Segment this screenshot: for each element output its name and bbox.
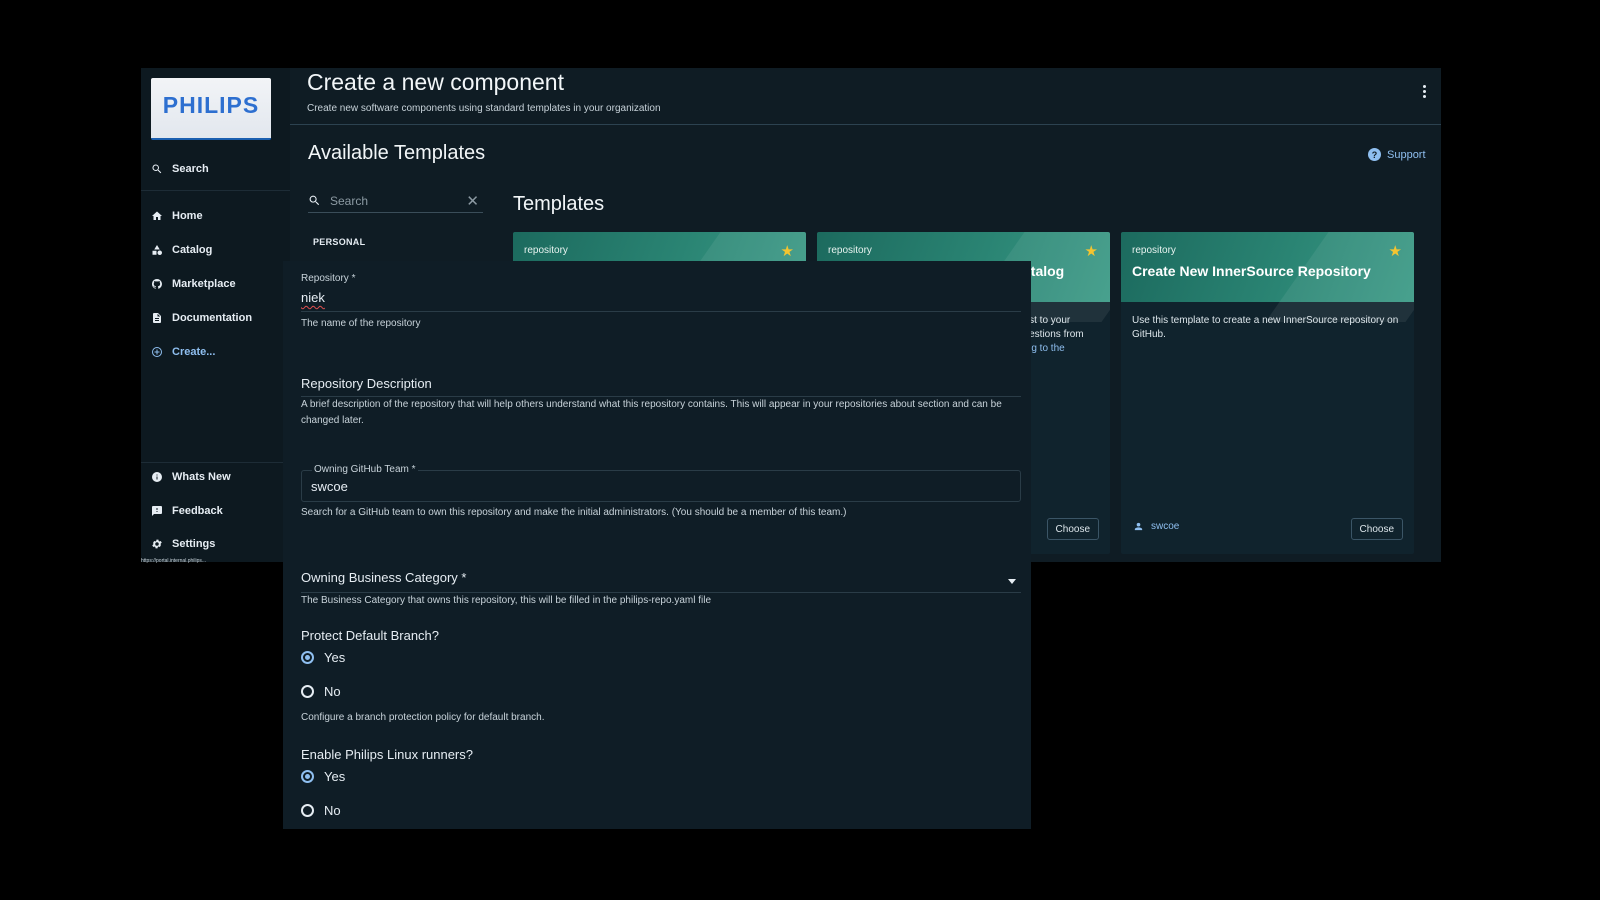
divider	[141, 462, 290, 463]
search-icon	[152, 164, 162, 174]
sidebar-item-label: Documentation	[172, 312, 253, 324]
document-icon	[153, 313, 161, 323]
category-select[interactable]: Owning Business Category *	[301, 570, 466, 585]
star-icon[interactable]: ★	[1085, 242, 1098, 260]
sidebar-item-label: Marketplace	[172, 278, 236, 290]
gear-icon	[152, 539, 162, 549]
choose-button[interactable]: Choose	[1046, 518, 1099, 540]
team-label: Owning GitHub Team *	[312, 464, 418, 475]
clear-icon[interactable]: ✕	[466, 192, 479, 210]
protect-yes-radio[interactable]: Yes	[301, 650, 345, 665]
protect-no-radio[interactable]: No	[301, 684, 341, 699]
sidebar-search-label: Search	[172, 163, 209, 175]
template-search-input[interactable]: Search ✕	[308, 190, 483, 213]
repository-help: The name of the repository	[301, 318, 421, 329]
sidebar-item-label: Feedback	[172, 505, 223, 517]
sidebar-item-label: Home	[172, 210, 203, 222]
star-icon[interactable]: ★	[781, 242, 794, 260]
card-owner[interactable]: swcoe	[1133, 521, 1179, 532]
radio-selected-icon	[301, 770, 314, 783]
sidebar-item-settings[interactable]: Settings	[151, 535, 215, 553]
radio-label: Yes	[324, 650, 346, 665]
radio-unselected-icon	[301, 685, 314, 698]
input-underline	[301, 311, 1021, 312]
sidebar-item-create[interactable]: Create...	[151, 343, 215, 361]
divider	[141, 190, 290, 191]
runners-yes-radio[interactable]: Yes	[301, 769, 345, 784]
page-title: Create a new component	[307, 69, 564, 95]
page-subtitle: Create new software components using sta…	[307, 103, 661, 114]
runners-no-radio[interactable]: No	[301, 803, 341, 818]
more-options-icon[interactable]	[1423, 85, 1427, 100]
support-button[interactable]: ? Support	[1368, 148, 1426, 161]
radio-label: Yes	[324, 769, 346, 784]
repository-label: Repository *	[301, 273, 356, 284]
sidebar-item-label: Create...	[172, 346, 216, 358]
card-owner-label: swcoe	[1151, 521, 1180, 532]
status-url: https://portal.internal.philips...	[141, 558, 207, 564]
user-icon	[1134, 522, 1143, 531]
feedback-icon	[152, 506, 162, 516]
logo-text: PHILIPS	[162, 92, 260, 118]
sidebar-item-label: Settings	[172, 538, 216, 550]
sidebar-item-whats-new[interactable]: Whats New	[151, 468, 231, 486]
repository-input[interactable]: niek	[301, 290, 325, 305]
card-title: Create New InnerSource Repository	[1132, 263, 1371, 279]
description-title: Repository Description	[301, 376, 432, 391]
runners-title: Enable Philips Linux runners?	[301, 747, 473, 762]
component-form: Repository * niek The name of the reposi…	[283, 261, 1031, 829]
available-templates-title: Available Templates	[308, 142, 486, 164]
info-icon	[152, 472, 162, 482]
support-label: Support	[1387, 148, 1426, 161]
filter-group-personal: PERSONAL	[313, 237, 366, 247]
sidebar-item-documentation[interactable]: Documentation	[151, 309, 252, 327]
templates-title: Templates	[513, 193, 605, 215]
card-description: Use this template to create a new InnerS…	[1132, 315, 1399, 340]
sidebar: PHILIPS Search Home Catalog Marketplace …	[141, 68, 290, 562]
philips-logo[interactable]: PHILIPS	[151, 78, 271, 140]
help-icon: ?	[1368, 148, 1381, 161]
home-icon	[152, 211, 162, 220]
template-card: repository ★ Create New InnerSource Repo…	[1121, 232, 1414, 554]
star-icon[interactable]: ★	[1389, 242, 1402, 260]
catalog-icon	[152, 245, 162, 255]
radio-selected-icon	[301, 651, 314, 664]
sidebar-search[interactable]: Search	[151, 160, 209, 178]
github-icon	[151, 278, 162, 289]
radio-label: No	[324, 684, 341, 699]
sidebar-item-label: Catalog	[172, 244, 213, 256]
card-type: repository	[524, 245, 568, 256]
description-help[interactable]: A brief description of the repository th…	[301, 397, 1016, 429]
chevron-down-icon[interactable]	[1008, 579, 1016, 584]
page-header: Create a new component Create new softwa…	[290, 68, 1441, 125]
card-type: repository	[828, 245, 872, 256]
search-icon	[309, 195, 320, 206]
sidebar-item-home[interactable]: Home	[151, 207, 203, 225]
radio-unselected-icon	[301, 804, 314, 817]
team-input[interactable]: swcoe	[311, 479, 348, 494]
card-type: repository	[1132, 245, 1176, 256]
team-help: Search for a GitHub team to own this rep…	[301, 507, 847, 518]
category-help: The Business Category that owns this rep…	[301, 595, 711, 606]
sidebar-item-label: Whats New	[172, 471, 231, 483]
sidebar-item-catalog[interactable]: Catalog	[151, 241, 212, 259]
radio-label: No	[324, 803, 341, 818]
protect-branch-title: Protect Default Branch?	[301, 628, 440, 643]
protect-help: Configure a branch protection policy for…	[301, 712, 545, 723]
choose-button[interactable]: Choose	[1350, 518, 1403, 540]
search-placeholder: Search	[330, 194, 369, 208]
sidebar-item-marketplace[interactable]: Marketplace	[151, 275, 236, 293]
add-circle-icon	[152, 347, 162, 357]
sidebar-item-feedback[interactable]: Feedback	[151, 502, 223, 520]
